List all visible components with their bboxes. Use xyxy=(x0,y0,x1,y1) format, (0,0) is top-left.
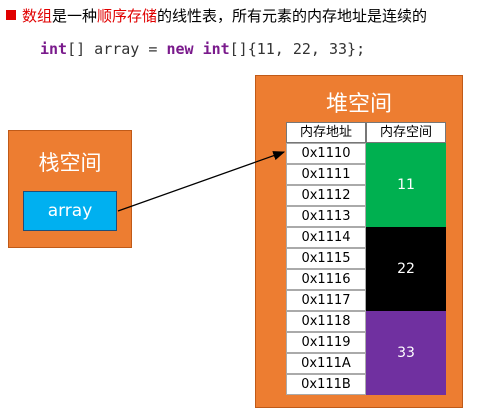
reference-arrow xyxy=(117,151,286,212)
arrow-line xyxy=(117,151,286,212)
